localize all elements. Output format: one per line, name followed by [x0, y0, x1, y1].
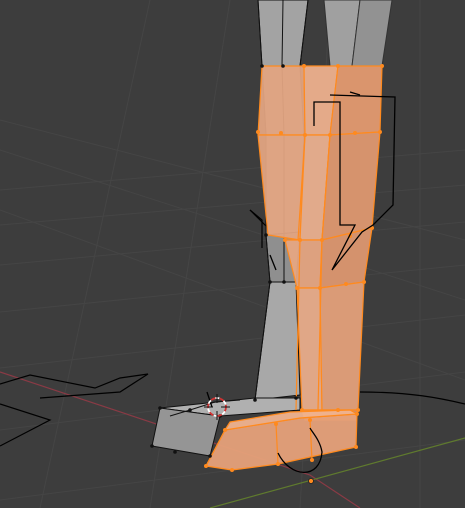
3d-viewport[interactable] [0, 0, 465, 508]
object-origin-dot[interactable] [308, 478, 314, 484]
viewport-canvas[interactable] [0, 0, 465, 508]
